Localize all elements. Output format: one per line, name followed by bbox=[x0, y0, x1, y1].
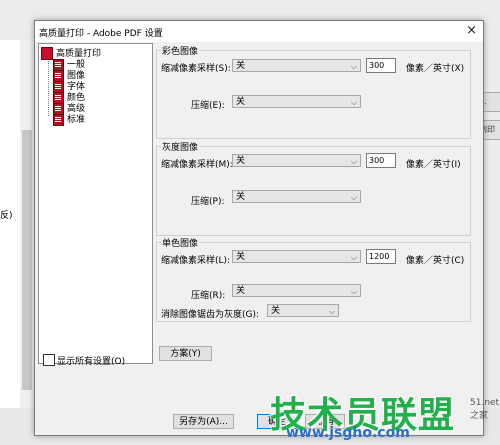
select-value: 关 bbox=[236, 192, 246, 202]
show-all-settings-label: 显示所有设置(O) bbox=[57, 357, 126, 367]
select-value: 关 bbox=[236, 286, 246, 296]
save-as-button[interactable]: 另存为(A)... bbox=[173, 414, 234, 429]
mono-ppi-input[interactable]: 1200 bbox=[366, 249, 396, 264]
color-ppi-unit: 像素／英寸(X) bbox=[406, 64, 465, 74]
tree-item-label: 标准 bbox=[67, 115, 86, 125]
pdf-settings-dialog: 高质量打印 - Adobe PDF 设置 × 高质量打印 一般 图像 字体 颜色… bbox=[34, 20, 484, 436]
close-icon[interactable]: × bbox=[466, 23, 477, 38]
tree-connector bbox=[48, 56, 50, 116]
show-all-settings-checkbox[interactable] bbox=[43, 354, 55, 366]
grayscale-images-title: 灰度图像 bbox=[161, 140, 200, 153]
dialog-title: 高质量打印 - Adobe PDF 设置 bbox=[39, 29, 163, 39]
settings-tree: 高质量打印 一般 图像 字体 颜色 高级 标准 bbox=[38, 43, 153, 364]
select-value: 关 bbox=[236, 156, 246, 166]
color-images-title: 彩色图像 bbox=[161, 44, 200, 57]
settings-page-icon bbox=[53, 113, 64, 126]
chevron-down-icon: ⌵ bbox=[350, 98, 357, 107]
color-compress-select[interactable]: 关 ⌵ bbox=[232, 95, 361, 108]
background-text: 反) bbox=[0, 211, 13, 221]
gray-ppi-unit: 像素／英寸(I) bbox=[406, 160, 461, 170]
mono-ppi-unit: 像素／英寸(C) bbox=[406, 256, 465, 266]
select-value: 关 bbox=[236, 97, 246, 107]
chevron-down-icon: ⌵ bbox=[350, 193, 357, 202]
mono-compress-select[interactable]: 关 ⌵ bbox=[232, 284, 361, 297]
gray-downsample-label: 缩减像素采样(M): bbox=[161, 160, 233, 170]
mono-downsample-label: 缩减像素采样(L): bbox=[161, 256, 231, 266]
mono-downsample-select[interactable]: 关 ⌵ bbox=[232, 250, 361, 263]
dialog-titlebar[interactable]: 高质量打印 - Adobe PDF 设置 × bbox=[35, 21, 483, 42]
mono-antialias-select[interactable]: 关 ⌵ bbox=[267, 304, 339, 317]
select-value: 关 bbox=[236, 61, 246, 71]
color-compress-label: 压缩(E): bbox=[191, 101, 225, 111]
chevron-down-icon: ⌵ bbox=[350, 157, 357, 166]
chevron-down-icon: ⌵ bbox=[328, 307, 335, 316]
gray-compress-label: 压缩(P): bbox=[191, 197, 225, 207]
select-value: 关 bbox=[236, 252, 246, 262]
background-fragment: 51.net 之家 bbox=[470, 398, 499, 421]
color-downsample-select[interactable]: 关 ⌵ bbox=[232, 59, 361, 72]
pdf-root-icon bbox=[41, 47, 53, 60]
color-downsample-label: 缩减像素采样(S): bbox=[161, 64, 231, 74]
select-value: 关 bbox=[271, 306, 281, 316]
chevron-down-icon: ⌵ bbox=[350, 253, 357, 262]
mono-antialias-label: 消除图像锯齿为灰度(G): bbox=[161, 310, 260, 320]
chevron-down-icon: ⌵ bbox=[350, 62, 357, 71]
mono-compress-label: 压缩(R): bbox=[191, 291, 226, 301]
fragment-text: 51.net bbox=[470, 398, 500, 408]
gray-downsample-select[interactable]: 关 ⌵ bbox=[232, 154, 361, 167]
fragment-text-2: 之家 bbox=[470, 411, 489, 421]
watermark-url: www.jsgho.com bbox=[286, 425, 410, 441]
policy-button[interactable]: 方案(Y) bbox=[159, 346, 212, 361]
monochrome-images-title: 单色图像 bbox=[161, 236, 200, 249]
color-ppi-input[interactable]: 300 bbox=[366, 58, 396, 73]
background-scroll-thumb[interactable] bbox=[22, 130, 32, 390]
chevron-down-icon: ⌵ bbox=[350, 287, 357, 296]
tree-item-standards[interactable]: 标准 bbox=[53, 112, 85, 126]
gray-ppi-input[interactable]: 300 bbox=[366, 153, 396, 168]
gray-compress-select[interactable]: 关 ⌵ bbox=[232, 190, 361, 203]
